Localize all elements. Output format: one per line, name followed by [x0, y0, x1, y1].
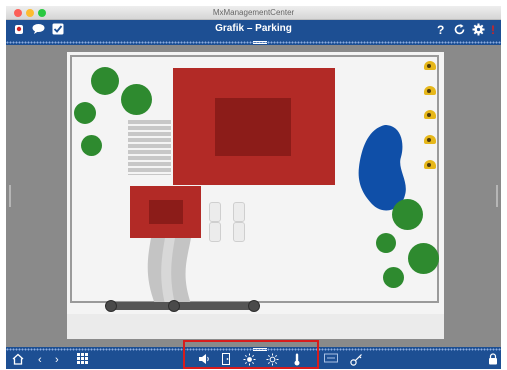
top-drawer-handle[interactable]: [253, 41, 267, 44]
bottom-drawer-handle[interactable]: [253, 348, 267, 351]
car-1: [209, 202, 221, 222]
camera-marker-1[interactable]: [424, 61, 438, 70]
camera-marker-3[interactable]: [424, 110, 438, 119]
grid-icon[interactable]: [77, 353, 88, 368]
building-small-roof: [149, 200, 183, 224]
tree-6: [376, 233, 396, 253]
barrier-gate[interactable]: [107, 302, 255, 310]
refresh-icon[interactable]: [453, 23, 466, 39]
help-icon[interactable]: ?: [437, 23, 444, 37]
settings-icon[interactable]: [472, 23, 485, 39]
ramp: [147, 238, 191, 304]
home-icon[interactable]: [12, 353, 24, 369]
graphic-workspace: [6, 45, 501, 347]
tree-4: [81, 135, 102, 156]
key-icon[interactable]: [350, 353, 363, 370]
camera-marker-4[interactable]: [424, 135, 438, 144]
tree-8: [383, 267, 404, 288]
page-title: Grafik – Parking: [215, 23, 292, 34]
app-header: Grafik – Parking ? !: [6, 20, 501, 40]
alert-icon[interactable]: !: [491, 23, 495, 37]
bottom-toolbar: ‹ ›: [6, 352, 501, 369]
camera-marker-5[interactable]: [424, 160, 438, 169]
tree-5: [392, 199, 423, 230]
staircase: [128, 118, 171, 175]
camera-marker-2[interactable]: [424, 86, 438, 95]
map-lower-area: [67, 314, 444, 339]
tree-3: [74, 102, 96, 124]
barrier-roller-right: [248, 300, 260, 312]
car-4: [233, 222, 245, 242]
tree-2: [121, 84, 152, 115]
lock-icon[interactable]: [488, 353, 498, 369]
speaker-icon[interactable]: [198, 353, 210, 369]
left-panel-grip[interactable]: [9, 185, 11, 207]
building-small[interactable]: [130, 186, 201, 238]
barrier-roller-middle: [168, 300, 180, 312]
car-2: [209, 222, 221, 242]
tree-7: [408, 243, 439, 274]
window-titlebar: MxManagementCenter: [6, 6, 501, 20]
door-icon[interactable]: [221, 353, 231, 369]
parking-map: [67, 52, 444, 339]
light-dimmed-icon[interactable]: [266, 353, 279, 370]
ticket-icon[interactable]: [324, 353, 338, 367]
right-panel-grip[interactable]: [496, 185, 498, 207]
car-3: [233, 202, 245, 222]
temperature-icon[interactable]: [293, 353, 301, 370]
window-title: MxManagementCenter: [212, 8, 295, 17]
light-icon[interactable]: [243, 353, 256, 370]
barrier-roller-left: [105, 300, 117, 312]
building-main[interactable]: [173, 68, 335, 185]
tree-1: [91, 67, 119, 95]
forward-icon[interactable]: ›: [55, 353, 59, 367]
back-icon[interactable]: ‹: [38, 353, 42, 367]
building-main-roof: [215, 98, 291, 156]
